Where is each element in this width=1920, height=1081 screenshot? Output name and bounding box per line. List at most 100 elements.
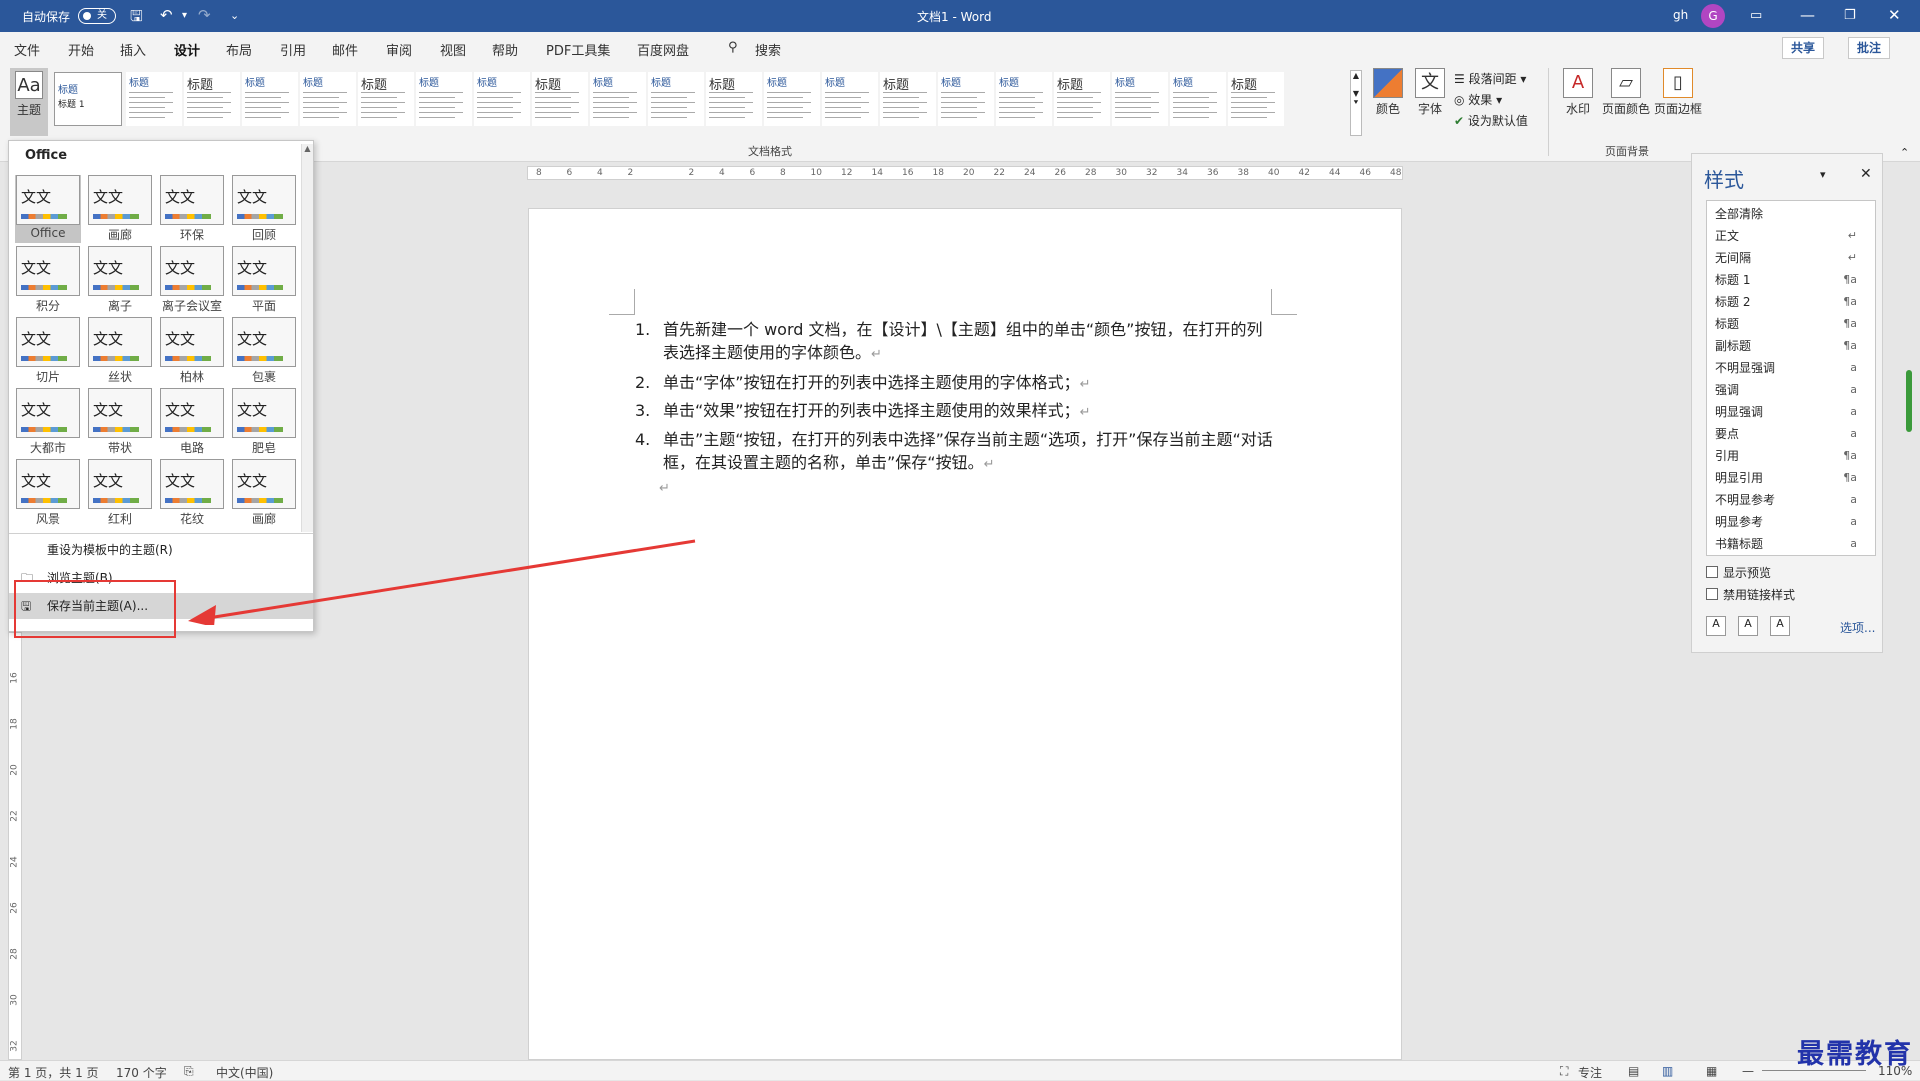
style-row[interactable]: 标题 ¶a <box>1707 313 1875 335</box>
tab-home[interactable]: 开始 <box>68 40 94 59</box>
pane-options-icon[interactable]: ▾ <box>1820 168 1826 181</box>
tab-insert[interactable]: 插入 <box>120 40 146 59</box>
page-count[interactable]: 第 1 页，共 1 页 <box>8 1064 99 1081</box>
theme-item[interactable]: 文文 大都市 <box>15 388 81 456</box>
options-link[interactable]: 选项... <box>1840 619 1875 636</box>
theme-item[interactable]: 文文 离子会议室 <box>159 246 225 314</box>
close-icon[interactable]: ✕ <box>1888 6 1901 24</box>
customize-toolbar-icon[interactable]: ⌄ <box>230 9 239 22</box>
comment-button[interactable]: 批注 <box>1848 37 1891 59</box>
theme-item[interactable]: 文文 画廊 <box>87 175 153 243</box>
new-style-icon[interactable]: A <box>1706 616 1726 636</box>
theme-item[interactable]: 文文 肥皂 <box>231 388 297 456</box>
focus-icon[interactable]: ⛶ <box>1560 1064 1568 1079</box>
style-set-thumb[interactable]: 标题 <box>358 72 414 126</box>
style-row[interactable]: 明显强调 a <box>1707 401 1875 423</box>
style-row[interactable]: 不明显强调 a <box>1707 357 1875 379</box>
style-set-thumb[interactable]: 标题 标题 1 <box>54 72 122 126</box>
page-color-button[interactable]: ▱ 页面颜色 <box>1600 68 1652 117</box>
fonts-button[interactable]: 文 字体 <box>1412 68 1448 117</box>
tab-view[interactable]: 视图 <box>440 40 466 59</box>
tab-file[interactable]: 文件 <box>14 40 40 59</box>
manage-styles-icon[interactable]: A <box>1770 616 1790 636</box>
tab-review[interactable]: 审阅 <box>386 40 412 59</box>
style-row[interactable]: 要点 a <box>1707 423 1875 445</box>
style-row[interactable]: 明显引用 ¶a <box>1707 467 1875 489</box>
set-default-button[interactable]: ✔ 设为默认值 <box>1454 112 1528 129</box>
style-set-thumb[interactable]: 标题 <box>474 72 530 126</box>
disable-linked-checkbox[interactable]: 禁用链接样式 <box>1706 586 1795 603</box>
style-row[interactable]: 标题 1 ¶a <box>1707 269 1875 291</box>
paragraph-spacing-button[interactable]: ☰ 段落间距 ▾ <box>1454 70 1526 87</box>
redo-icon[interactable]: ↷ <box>198 6 211 24</box>
theme-item[interactable]: 文文 柏林 <box>159 317 225 385</box>
tab-design[interactable]: 设计 <box>174 40 201 67</box>
theme-item[interactable]: 文文 带状 <box>87 388 153 456</box>
style-row[interactable]: 不明显参考 a <box>1707 489 1875 511</box>
style-set-thumb[interactable]: 标题 <box>996 72 1052 126</box>
style-set-thumb[interactable]: 标题 <box>300 72 356 126</box>
tab-baidu-netdisk[interactable]: 百度网盘 <box>637 40 689 59</box>
undo-dropdown-icon[interactable]: ▾ <box>182 10 187 21</box>
tab-pdf-tools[interactable]: PDF工具集 <box>546 40 610 59</box>
web-layout-icon[interactable]: ▦ <box>1706 1064 1717 1078</box>
gallery-scroll[interactable]: ▲ ▼ ⯆ <box>1350 70 1362 136</box>
close-icon[interactable]: ✕ <box>1860 166 1872 182</box>
tab-mailings[interactable]: 邮件 <box>332 40 358 59</box>
avatar[interactable]: G <box>1701 4 1725 28</box>
style-row[interactable]: 明显参考 a <box>1707 511 1875 533</box>
theme-item[interactable]: 文文 回顾 <box>231 175 297 243</box>
tab-help[interactable]: 帮助 <box>492 40 518 59</box>
theme-item[interactable]: 文文 积分 <box>15 246 81 314</box>
page-border-button[interactable]: ▯ 页面边框 <box>1652 68 1704 117</box>
style-set-thumb[interactable]: 标题 <box>184 72 240 126</box>
show-preview-checkbox[interactable]: 显示预览 <box>1706 564 1771 581</box>
undo-icon[interactable]: ↶ <box>160 6 173 24</box>
style-set-thumb[interactable]: 标题 <box>1228 72 1284 126</box>
theme-item[interactable]: 文文 红利 <box>87 459 153 527</box>
theme-item[interactable]: 文文 环保 <box>159 175 225 243</box>
theme-item[interactable]: 文文 平面 <box>231 246 297 314</box>
ribbon-display-icon[interactable]: ▭ <box>1750 8 1762 23</box>
share-button[interactable]: 共享 <box>1782 37 1825 59</box>
save-icon[interactable]: 🖫 <box>130 6 143 31</box>
search-label[interactable]: 搜索 <box>755 40 781 59</box>
read-mode-icon[interactable]: ▤ <box>1628 1064 1639 1078</box>
autosave-toggle[interactable]: 关 <box>78 8 116 24</box>
style-set-thumb[interactable]: 标题 <box>648 72 704 126</box>
style-row[interactable]: 正文 ↵ <box>1707 225 1875 247</box>
style-row[interactable]: 标题 2 ¶a <box>1707 291 1875 313</box>
focus-mode[interactable]: 专注 <box>1578 1064 1602 1081</box>
panel-scrollbar[interactable]: ▲ <box>301 144 313 532</box>
horizontal-ruler[interactable]: 8 6 4 2 2 4 6 8 10 12 14 16 18 20 22 24 26 28 30 32 34 36 38 40… <box>527 166 1403 180</box>
themes-button[interactable]: Aa 主题 <box>10 68 48 136</box>
minimize-icon[interactable]: — <box>1800 6 1815 24</box>
zoom-out-icon[interactable]: — <box>1742 1064 1754 1078</box>
tab-layout[interactable]: 布局 <box>226 40 252 59</box>
colors-button[interactable]: 颜色 <box>1370 68 1406 117</box>
theme-item[interactable]: 文文 Office <box>15 175 81 243</box>
theme-item[interactable]: 文文 离子 <box>87 246 153 314</box>
theme-item[interactable]: 文文 花纹 <box>159 459 225 527</box>
watermark-button[interactable]: A 水印 <box>1558 68 1598 117</box>
style-row[interactable]: 副标题 ¶a <box>1707 335 1875 357</box>
style-set-thumb[interactable]: 标题 <box>1170 72 1226 126</box>
theme-item[interactable]: 文文 风景 <box>15 459 81 527</box>
style-row[interactable]: 强调 a <box>1707 379 1875 401</box>
style-row[interactable]: 书籍标题 a <box>1707 533 1875 555</box>
proofing-icon[interactable]: ⎘ <box>184 1064 194 1079</box>
restore-icon[interactable]: ❐ <box>1844 8 1856 23</box>
style-set-thumb[interactable]: 标题 <box>706 72 762 126</box>
word-count[interactable]: 170 个字 <box>116 1064 167 1081</box>
style-set-thumb[interactable]: 标题 <box>242 72 298 126</box>
style-set-thumb[interactable]: 标题 <box>880 72 936 126</box>
style-set-thumb[interactable]: 标题 <box>590 72 646 126</box>
theme-item[interactable]: 文文 切片 <box>15 317 81 385</box>
style-row[interactable]: 全部清除 <box>1707 203 1875 225</box>
theme-item[interactable]: 文文 电路 <box>159 388 225 456</box>
style-set-thumb[interactable]: 标题 <box>416 72 472 126</box>
style-set-thumb[interactable]: 标题 <box>822 72 878 126</box>
style-set-thumb[interactable]: 标题 <box>1054 72 1110 126</box>
style-set-thumb[interactable]: 标题 <box>1112 72 1168 126</box>
vertical-ruler[interactable]: 16 18 20 22 24 26 28 30 32 <box>8 632 22 1060</box>
